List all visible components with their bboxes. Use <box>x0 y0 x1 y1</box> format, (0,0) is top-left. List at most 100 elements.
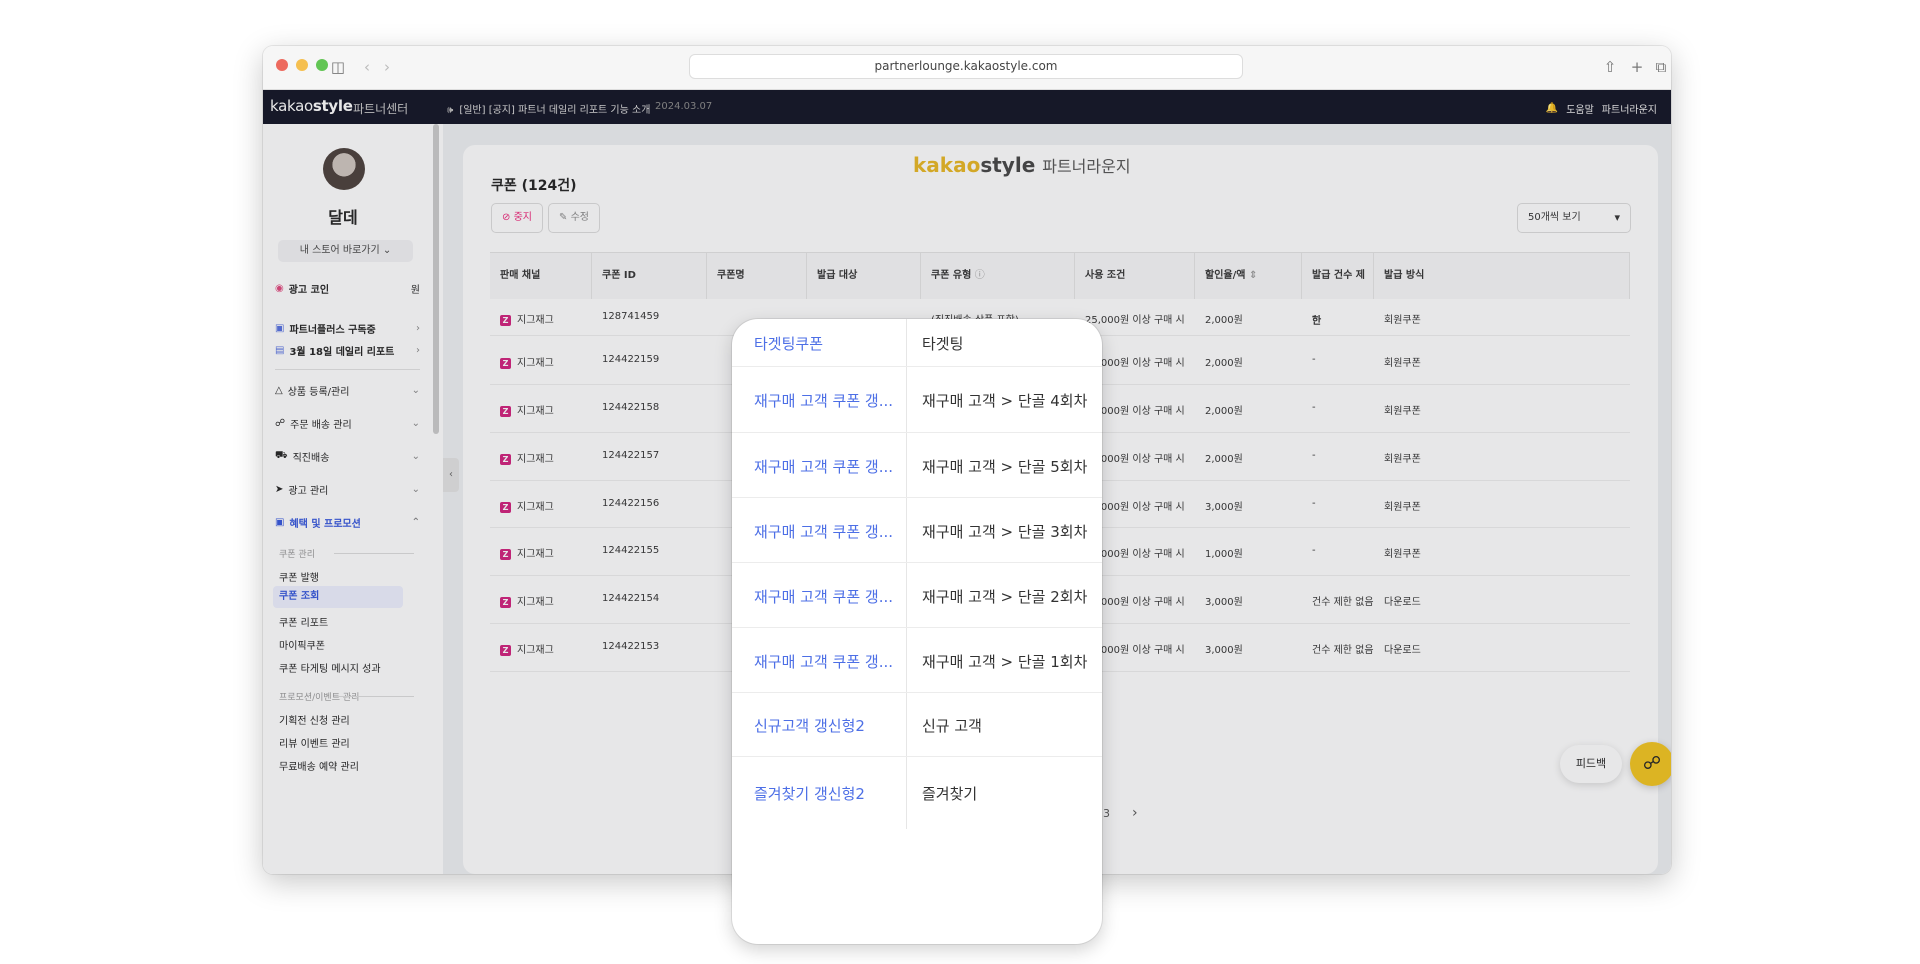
notice-title: [일반] [공지] 파트너 데일리 리포트 기능 소개 <box>459 105 651 116</box>
chevron-down-icon: ⌄ <box>411 418 420 429</box>
page-size-select[interactable]: 50개씩 보기 <box>1517 203 1631 233</box>
cell-coupon-id-text: 124422157 <box>602 450 660 461</box>
cell-coupon-id: 124422154 <box>592 593 659 604</box>
ad-coin-row[interactable]: ◉ 광고 코인 원 <box>275 281 420 296</box>
popup-target: 재구매 고객 > 단골 2회차 <box>922 587 1088 606</box>
minimize-dot-icon[interactable] <box>296 59 308 71</box>
sidebar-scrollbar[interactable] <box>433 124 439 434</box>
chevron-right-icon[interactable]: › <box>1132 805 1138 821</box>
popup-coupon-name[interactable]: 재구매 고객 쿠폰 갱... <box>754 586 893 607</box>
cell-discount: 1,000원 <box>1195 545 1243 560</box>
nav-exhibition[interactable]: 기획전 신청 관리 <box>279 712 350 727</box>
popup-coupon-name[interactable]: 재구매 고객 쿠폰 갱... <box>754 456 893 477</box>
nav-review-event[interactable]: 리뷰 이벤트 관리 <box>279 735 350 750</box>
nav-free-shipping[interactable]: 무료배송 예약 관리 <box>279 758 359 773</box>
popup-target: 타겟팅 <box>922 335 964 353</box>
cell-channel: Z 지그재그 <box>490 545 554 560</box>
edit-button[interactable]: ✎ 수정 <box>548 203 600 233</box>
cell-discount: 2,000원 <box>1195 311 1243 326</box>
watermark-sub: 파트너라운지 <box>1042 157 1131 176</box>
page-number[interactable]: 3 <box>1103 807 1110 820</box>
help-circle-icon[interactable]: ⓘ <box>975 270 985 281</box>
nav-mypick-coupon[interactable]: 마이픽쿠폰 <box>279 637 325 652</box>
popup-row[interactable]: 재구매 고객 쿠폰 갱... 재구매 고객 > 단골 3회차 <box>732 498 1102 563</box>
menu-promotions[interactable]: ▣ 혜택 및 프로모션 ⌃ <box>275 515 420 530</box>
cell-limit-text: - <box>1312 353 1316 365</box>
cell-limit: 건수 제한 없음 <box>1302 593 1374 608</box>
share-icon[interactable]: ⇧ <box>1598 55 1622 79</box>
popup-row[interactable]: 재구매 고객 쿠폰 갱... 재구매 고객 > 단골 2회차 <box>732 563 1102 628</box>
menu-direct-delivery[interactable]: ⛟ 직진배송 ⌄ <box>275 449 420 464</box>
watermark-logo: kakaostyle 파트너라운지 <box>913 153 1131 177</box>
address-bar[interactable]: partnerlounge.kakaostyle.com <box>689 54 1243 79</box>
nav-coupon-targeting[interactable]: 쿠폰 타게팅 메시지 성과 <box>279 660 381 675</box>
forward-icon[interactable]: › <box>375 55 399 79</box>
col-channel[interactable]: 판매 채널 <box>490 253 592 299</box>
col-limit[interactable]: 발급 건수 제한 <box>1302 253 1374 327</box>
popup-coupon-name[interactable]: 재구매 고객 쿠폰 갱... <box>754 390 893 411</box>
cell-coupon-id-text: 124422158 <box>602 402 660 413</box>
watermark-style: style <box>980 153 1036 177</box>
menu-orders[interactable]: ☍ 주문 배송 관리 ⌄ <box>275 416 420 431</box>
partner-plus-row[interactable]: ▣ 파트너플러스 구독중 › <box>275 321 420 336</box>
menu-ads[interactable]: ➤ 광고 관리 ⌄ <box>275 482 420 497</box>
col-coupon-id[interactable]: 쿠폰 ID <box>592 253 707 299</box>
cell-coupon-id-text: 124422156 <box>602 497 660 509</box>
col-discount[interactable]: 할인율/액 ⇕ <box>1195 253 1302 299</box>
popup-coupon-name[interactable]: 타겟팅쿠폰 <box>754 333 823 354</box>
col-target[interactable]: 발급 대상 <box>807 253 921 299</box>
col-method[interactable]: 발급 방식 <box>1374 253 1630 299</box>
nav-coupon-report[interactable]: 쿠폰 리포트 <box>279 614 328 629</box>
new-tab-icon[interactable]: + <box>1625 55 1649 79</box>
menu-label: 상품 등록/관리 <box>287 387 350 398</box>
nav-coupon-issue[interactable]: 쿠폰 발행 <box>279 569 319 584</box>
col-coupon-type-label: 쿠폰 유형 <box>931 270 972 281</box>
popup-row[interactable]: 타겟팅쿠폰 타겟팅 <box>732 319 1102 367</box>
popup-coupon-name[interactable]: 즐겨찾기 갱신형2 <box>754 783 865 804</box>
rocket-icon: ➤ <box>275 484 284 495</box>
help-link[interactable]: 도움말 <box>1566 101 1594 116</box>
popup-target: 재구매 고객 > 단골 3회차 <box>922 522 1088 541</box>
notice-text[interactable]: 🕪 [일반] [공지] 파트너 데일리 리포트 기능 소개 <box>447 101 650 116</box>
popup-target: 즐겨찾기 <box>922 785 978 803</box>
lounge-link[interactable]: 파트너라운지 <box>1602 101 1657 116</box>
cell-coupon-id-text: 128741459 <box>602 311 660 322</box>
sidebar-collapse-handle[interactable]: ‹ <box>443 458 459 492</box>
col-coupon-name[interactable]: 쿠폰명 <box>707 253 807 299</box>
col-condition[interactable]: 사용 조건 <box>1075 253 1195 299</box>
sidebar-toggle-icon[interactable]: ◫ <box>326 55 350 79</box>
logo[interactable]: kakaostyle <box>270 97 353 115</box>
tabs-overview-icon[interactable]: ⧉ <box>1649 55 1671 79</box>
cell-method-text: 회원쿠폰 <box>1384 357 1421 369</box>
popup-coupon-name[interactable]: 재구매 고객 쿠폰 갱... <box>754 651 893 672</box>
feedback-button[interactable]: 피드백 <box>1560 745 1622 783</box>
popup-row[interactable]: 재구매 고객 쿠폰 갱... 재구매 고객 > 단골 1회차 <box>732 628 1102 693</box>
popup-row[interactable]: 신규고객 갱신형2 신규 고객 <box>732 693 1102 757</box>
avatar <box>323 148 365 190</box>
popup-coupon-name[interactable]: 신규고객 갱신형2 <box>754 715 865 736</box>
popup-target: 재구매 고객 > 단골 4회차 <box>922 392 1088 410</box>
column-divider <box>906 693 907 756</box>
edit-label: 수정 <box>570 212 589 223</box>
popup-coupon-name[interactable]: 재구매 고객 쿠폰 갱... <box>754 521 893 542</box>
page-title: 쿠폰 (124건) <box>491 178 577 194</box>
store-link-button[interactable]: 내 스토어 바로가기 ⌄ <box>278 240 413 262</box>
col-coupon-type[interactable]: 쿠폰 유형 ⓘ <box>921 253 1075 299</box>
bell-icon[interactable]: 🔔 <box>1546 103 1558 114</box>
cell-method: 회원쿠폰 <box>1374 545 1421 560</box>
sort-icon[interactable]: ⇕ <box>1249 270 1257 281</box>
cell-limit-text: 건수 제한 없음 <box>1312 645 1374 656</box>
popup-row[interactable]: 즐겨찾기 갱신형2 즐겨찾기 <box>732 757 1102 829</box>
top-right-links: 🔔 도움말 파트너라운지 <box>1546 101 1657 116</box>
close-dot-icon[interactable] <box>276 59 288 71</box>
cell-discount: 2,000원 <box>1195 450 1243 465</box>
menu-products[interactable]: △ 상품 등록/관리 ⌄ <box>275 383 420 398</box>
popup-row[interactable]: 재구매 고객 쿠폰 갱... 재구매 고객 > 단골 4회차 <box>732 367 1102 433</box>
daily-report-row[interactable]: ▤ 3월 18일 데일리 리포트 › <box>275 343 420 358</box>
store-name: 달데 <box>328 208 358 227</box>
stop-button[interactable]: ⊘ 중지 <box>491 203 543 233</box>
nav-coupon-list[interactable]: 쿠폰 조회 <box>273 586 403 608</box>
headset-icon[interactable]: ☍ <box>1630 742 1671 786</box>
pagination: 3 › <box>1103 805 1138 821</box>
popup-row[interactable]: 재구매 고객 쿠폰 갱... 재구매 고객 > 단골 5회차 <box>732 433 1102 498</box>
